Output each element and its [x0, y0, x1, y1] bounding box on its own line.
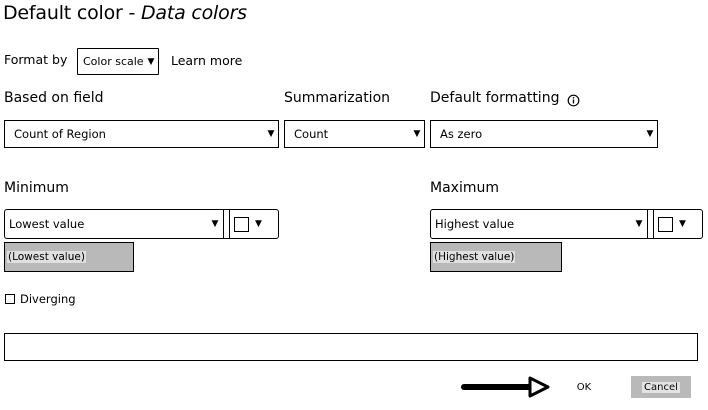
chevron-down-icon: ▼	[635, 219, 643, 229]
based-on-field-value: Count of Region	[14, 127, 106, 141]
diverging-checkbox[interactable]	[5, 294, 15, 304]
minimum-combo: Lowest value ▼ ▼	[4, 209, 279, 239]
chevron-down-icon: ▼	[147, 56, 155, 67]
minimum-preview: (Lowest value)	[4, 242, 134, 272]
ok-button-label: OK	[576, 381, 592, 393]
diverging-label: Diverging	[20, 292, 76, 306]
maximum-preview: (Highest value)	[430, 242, 562, 272]
dialog-title-prefix: Default color -	[3, 2, 141, 24]
arrow-right-icon	[460, 376, 552, 398]
chevron-down-icon: ▼	[267, 129, 275, 139]
color-scale-preview-bar	[4, 333, 698, 361]
maximum-dropdown[interactable]: Highest value ▼	[431, 210, 648, 238]
summarization-label: Summarization	[284, 90, 391, 106]
maximum-combo: Highest value ▼ ▼	[430, 209, 703, 239]
minimum-value: Lowest value	[9, 217, 85, 231]
default-formatting-label: Default formatting	[430, 90, 560, 106]
summarization-value: Count	[294, 127, 329, 141]
minimum-color-swatch	[234, 216, 249, 232]
maximum-value: Highest value	[435, 217, 515, 231]
minimum-dropdown[interactable]: Lowest value ▼	[5, 210, 224, 238]
learn-more-link[interactable]: Learn more	[171, 53, 242, 68]
dialog-title: Default color - Data colors	[3, 2, 247, 24]
maximum-color-swatch	[658, 216, 673, 232]
cancel-button[interactable]: Cancel	[631, 376, 691, 398]
chevron-down-icon: ▼	[211, 219, 219, 229]
chevron-down-icon: ▼	[646, 129, 654, 139]
default-formatting-dropdown[interactable]: As zero ▼	[430, 120, 658, 148]
default-formatting-value: As zero	[440, 127, 483, 141]
maximum-color-picker[interactable]: ▼	[654, 210, 702, 238]
ok-button[interactable]: OK	[553, 376, 615, 398]
minimum-color-picker[interactable]: ▼	[230, 210, 278, 238]
minimum-preview-text: (Lowest value)	[7, 251, 86, 263]
chevron-down-icon: ▼	[413, 129, 421, 139]
maximum-preview-text: (Highest value)	[433, 251, 516, 263]
info-circle-icon[interactable]	[567, 92, 580, 107]
maximum-label: Maximum	[430, 180, 499, 196]
cancel-button-label: Cancel	[642, 381, 680, 393]
minimum-label: Minimum	[4, 180, 69, 196]
format-by-value: Color scale	[83, 55, 144, 68]
based-on-field-dropdown[interactable]: Count of Region ▼	[4, 120, 279, 148]
chevron-down-icon: ▼	[255, 219, 262, 229]
chevron-down-icon: ▼	[679, 219, 686, 229]
based-on-field-label: Based on field	[4, 90, 104, 106]
summarization-dropdown[interactable]: Count ▼	[284, 120, 425, 148]
dialog-title-emphasis: Data colors	[140, 2, 247, 24]
format-by-dropdown[interactable]: Color scale ▼	[77, 48, 159, 75]
format-by-label: Format by	[4, 52, 68, 67]
